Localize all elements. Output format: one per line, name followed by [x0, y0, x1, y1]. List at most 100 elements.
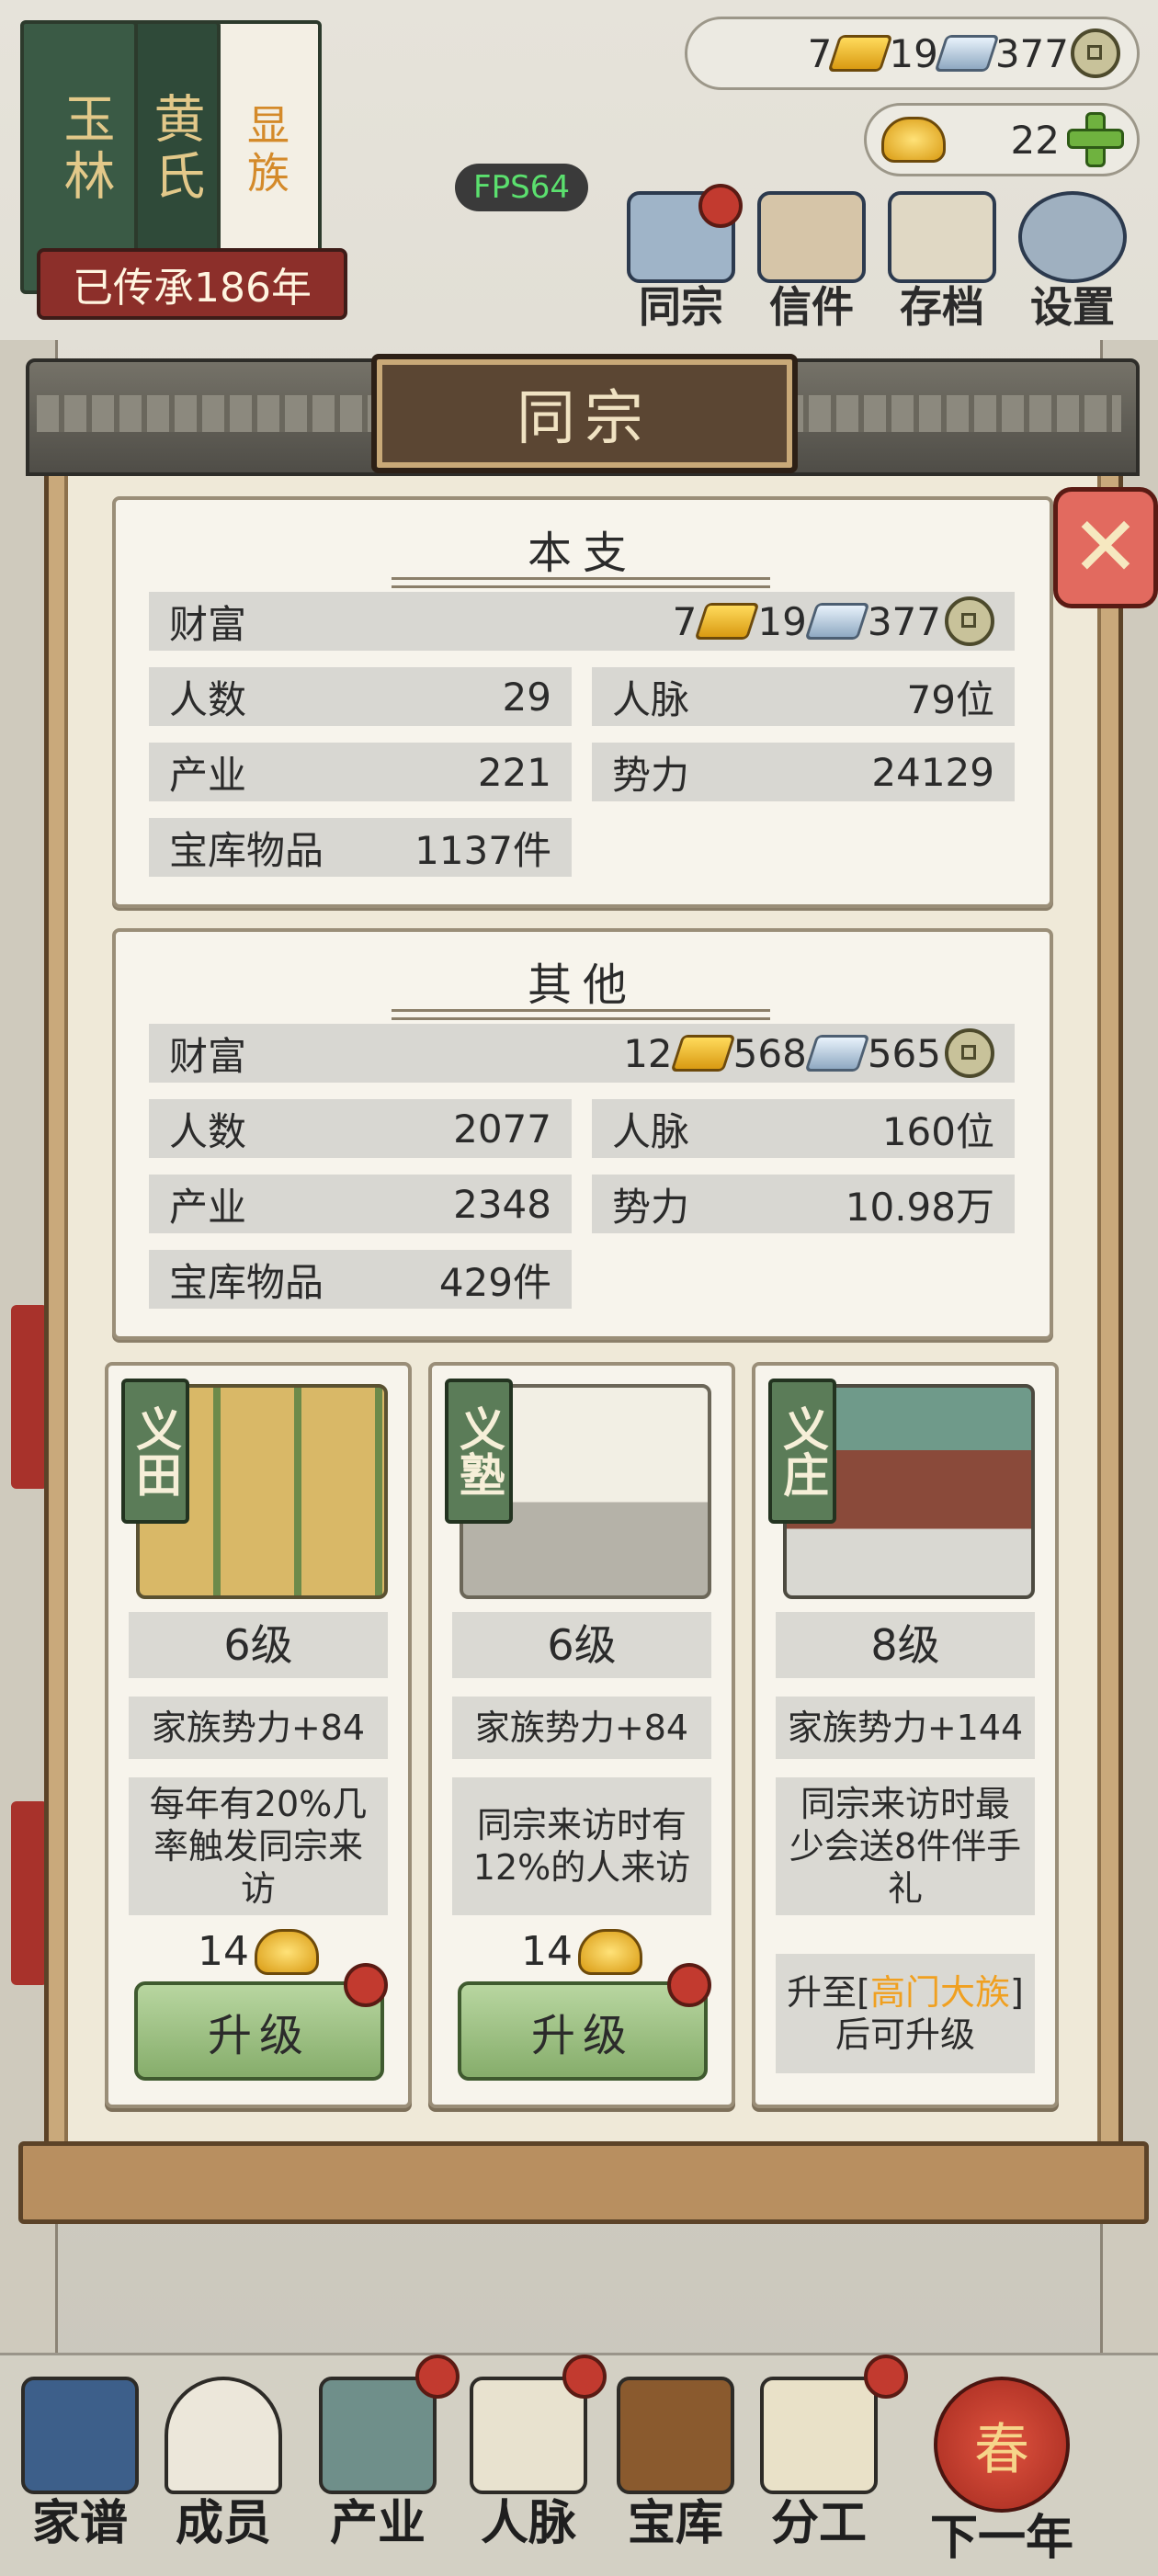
gold-ingot-icon [881, 117, 946, 163]
family-rank: 显族 [241, 103, 290, 199]
stat-value: 2077 [453, 1106, 551, 1152]
people-row: 人数 29 [149, 667, 572, 726]
building-power: 家族势力+144 [776, 1697, 1035, 1759]
silver-bar-count: 19 [889, 30, 938, 76]
stat-label: 势力 [612, 1184, 690, 1230]
next-year-button[interactable]: 春 下一年 [910, 2362, 1094, 2564]
next-year-icon: 春 [934, 2377, 1070, 2513]
title-divider [392, 1009, 770, 1020]
other-branch-card: 其他 财富 12 568 565 人数 2077 人脉 160位 产业 2348… [112, 928, 1053, 1340]
building-level: 8级 [776, 1612, 1035, 1678]
nav-label: 人脉 [480, 2496, 576, 2551]
stat-label: 人数 [169, 676, 247, 722]
building-power: 家族势力+84 [129, 1697, 388, 1759]
nav-division-button[interactable]: 分工 [750, 2362, 888, 2564]
power-row: 势力 10.98万 [592, 1175, 1015, 1233]
gold-ingot-icon [255, 1928, 319, 1975]
panel-title: 同宗 [371, 354, 798, 473]
wealth-coins: 565 [867, 1030, 941, 1076]
network-icon [470, 2377, 587, 2494]
building-tag: 义庄 [768, 1379, 836, 1524]
stat-value: 429件 [438, 1259, 551, 1305]
notification-dot [344, 1963, 388, 2007]
card-title: 本支 [527, 528, 638, 579]
people-row: 人数 2077 [149, 1099, 572, 1158]
close-icon: ✕ [1071, 499, 1141, 596]
stat-value: 29 [502, 674, 551, 720]
nav-label: 成员 [175, 2496, 271, 2551]
ingot-count: 22 [1010, 117, 1060, 163]
ingot-bar: 22 [864, 103, 1140, 176]
wealth-value: 7 19 377 [673, 596, 994, 646]
wealth-silver: 568 [732, 1030, 807, 1076]
coin-icon [1071, 28, 1120, 78]
menu-settings-button[interactable]: 设置 [1013, 191, 1132, 331]
add-ingot-icon[interactable] [1067, 112, 1124, 167]
notification-dot [562, 2355, 607, 2399]
stat-value: 221 [477, 749, 551, 795]
wealth-row: 财富 7 19 377 [149, 592, 1015, 651]
upgrade-requirement: 升至[高门大族]后可升级 [776, 1954, 1035, 2073]
stat-value: 79位 [906, 676, 994, 722]
wealth-coins: 377 [867, 598, 941, 644]
nav-label: 下一年 [929, 2511, 1073, 2566]
treasury-icon [617, 2377, 734, 2494]
nav-genealogy-button[interactable]: 家谱 [11, 2362, 149, 2564]
notification-dot [698, 184, 743, 228]
stat-value: 1137件 [414, 827, 551, 873]
vault-row: 宝库物品 429件 [149, 1250, 572, 1309]
building-tag: 义塾 [445, 1379, 513, 1524]
silver-bar-icon [804, 603, 870, 640]
genealogy-icon [21, 2377, 139, 2494]
family-surname: 黄氏 [145, 92, 205, 206]
silver-bar-icon [804, 1035, 870, 1072]
stat-value: 2348 [453, 1181, 551, 1227]
industry-row: 产业 2348 [149, 1175, 572, 1233]
menu-save-button[interactable]: 存档 [882, 191, 1002, 331]
background-banner [11, 1801, 48, 1985]
vault-row: 宝库物品 1137件 [149, 818, 572, 877]
stat-label: 势力 [612, 752, 690, 798]
wealth-silver: 19 [757, 598, 807, 644]
stat-value: 10.98万 [845, 1184, 994, 1230]
network-row: 人脉 160位 [592, 1099, 1015, 1158]
gold-bar-icon [670, 1035, 736, 1072]
close-button[interactable]: ✕ [1053, 487, 1158, 608]
nav-treasury-button[interactable]: 宝库 [607, 2362, 744, 2564]
cost-value: 14 [198, 1928, 249, 1975]
nav-label: 家谱 [31, 2496, 128, 2551]
stat-label: 财富 [169, 1033, 247, 1079]
building-card-charity-field: 义田 6级 家族势力+84 每年有20%几率触发同宗来访 14 升级 [105, 1362, 412, 2108]
note-prefix: 升至[ [787, 1972, 870, 2013]
division-icon [760, 2377, 878, 2494]
coin-icon [945, 1028, 994, 1078]
card-title: 其他 [527, 959, 638, 1011]
gold-ingot-icon [578, 1928, 642, 1975]
stat-label: 宝库物品 [169, 827, 324, 873]
stat-label: 人数 [169, 1108, 247, 1154]
wealth-gold: 12 [623, 1030, 673, 1076]
menu-label: 存档 [900, 282, 984, 332]
main-branch-card: 本支 财富 7 19 377 人数 29 人脉 79位 产业 221 势力 24… [112, 496, 1053, 908]
stat-label: 产业 [169, 1184, 247, 1230]
family-place-name: 玉林 [55, 92, 115, 206]
menu-letter-button[interactable]: 信件 [752, 191, 871, 331]
building-power: 家族势力+84 [452, 1697, 711, 1759]
fps-counter: FPS64 [455, 164, 588, 211]
stat-value: 160位 [881, 1108, 994, 1154]
menu-label: 同宗 [639, 282, 723, 332]
cost-value: 14 [521, 1928, 573, 1975]
wealth-value: 12 568 565 [623, 1028, 994, 1078]
notification-dot [864, 2355, 908, 2399]
building-description: 每年有20%几率触发同宗来访 [129, 1777, 388, 1915]
coin-count: 377 [994, 30, 1069, 76]
building-level: 6级 [452, 1612, 711, 1678]
building-tag: 义田 [121, 1379, 189, 1524]
stat-label: 财富 [169, 601, 247, 647]
power-row: 势力 24129 [592, 743, 1015, 801]
nav-members-button[interactable]: 成员 [154, 2362, 292, 2564]
notification-dot [667, 1963, 711, 2007]
currency-bar: 7 19 377 [685, 17, 1140, 90]
members-icon [165, 2377, 282, 2494]
stat-label: 人脉 [612, 676, 690, 722]
